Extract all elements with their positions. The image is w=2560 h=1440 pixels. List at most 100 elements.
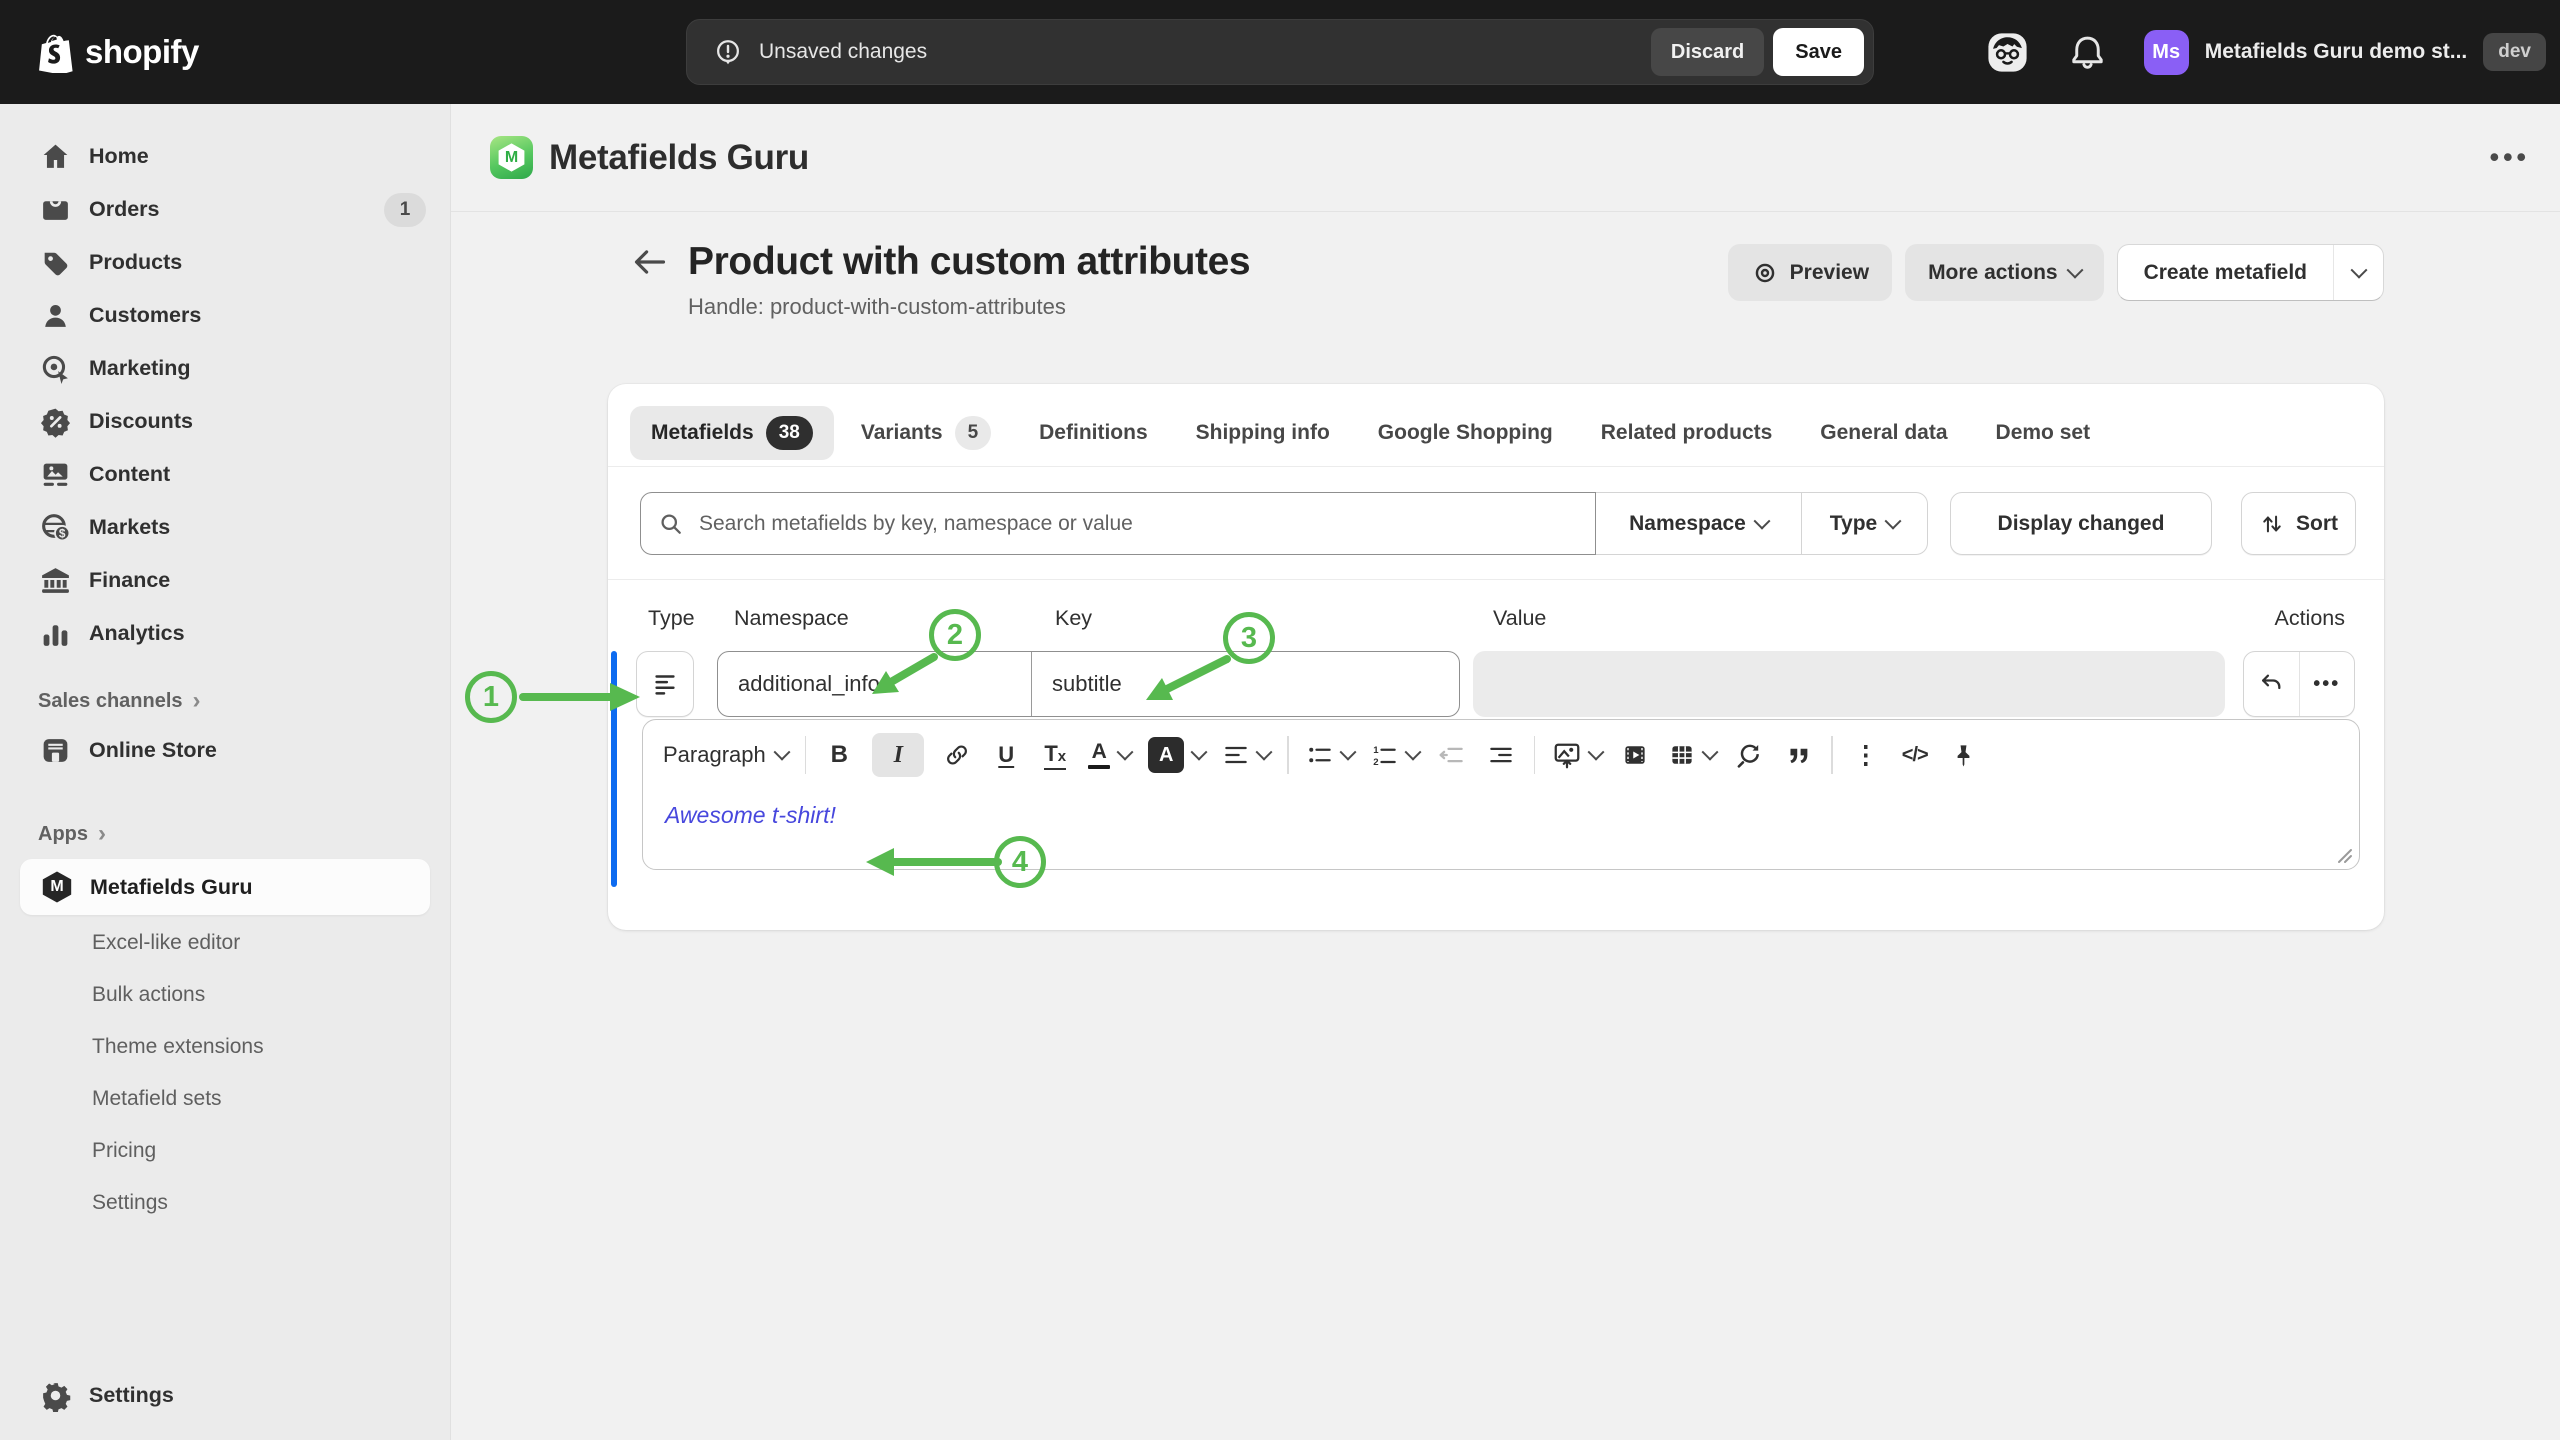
preview-eye-icon bbox=[1751, 259, 1779, 287]
rich-text-type-icon bbox=[650, 669, 680, 699]
preview-button[interactable]: Preview bbox=[1727, 244, 1893, 301]
insert-image-button[interactable] bbox=[1552, 733, 1605, 777]
toolbar-more-button[interactable]: ⋮ bbox=[1850, 733, 1882, 777]
resize-handle[interactable] bbox=[2335, 846, 2353, 864]
italic-button[interactable]: I bbox=[872, 733, 925, 777]
sidebar-item-theme-extensions[interactable]: Theme extensions bbox=[0, 1021, 450, 1073]
tab-variants[interactable]: Variants 5 bbox=[840, 406, 1012, 460]
link-button[interactable] bbox=[941, 733, 973, 777]
chevron-down-icon bbox=[1701, 743, 1719, 761]
notifications-bell-icon[interactable] bbox=[2067, 32, 2108, 73]
underline-button[interactable]: U bbox=[990, 733, 1022, 777]
apps-header[interactable]: Apps › bbox=[0, 811, 450, 857]
clear-formatting-button[interactable]: Tx bbox=[1039, 733, 1071, 777]
sidebar-item-settings[interactable]: Settings bbox=[0, 1369, 450, 1422]
display-changed-button[interactable]: Display changed bbox=[1950, 492, 2212, 555]
tab-definitions[interactable]: Definitions bbox=[1018, 406, 1169, 460]
more-actions-button[interactable]: More actions bbox=[1905, 244, 2104, 301]
sidebar-item-products[interactable]: Products bbox=[0, 236, 450, 289]
metafields-guru-app-icon: M bbox=[40, 871, 74, 904]
shopify-logo[interactable]: shopify bbox=[38, 0, 199, 104]
sidebar-item-metafields-guru[interactable]: M Metafields Guru bbox=[20, 859, 430, 915]
shopify-wordmark: shopify bbox=[85, 33, 199, 70]
app-menu-ellipsis-icon[interactable] bbox=[2490, 142, 2530, 173]
tab-demo-set[interactable]: Demo set bbox=[1975, 406, 2112, 460]
orders-count-badge: 1 bbox=[384, 192, 426, 227]
sidebar-item-bulk-actions[interactable]: Bulk actions bbox=[0, 969, 450, 1021]
store-name[interactable]: Metafields Guru demo st... bbox=[2205, 40, 2468, 64]
unsaved-changes-bar: Unsaved changes Discard Save bbox=[686, 19, 1874, 85]
sidebar-item-metafield-sets[interactable]: Metafield sets bbox=[0, 1073, 450, 1125]
tab-shipping-info[interactable]: Shipping info bbox=[1175, 406, 1351, 460]
sidebar-item-customers[interactable]: Customers bbox=[0, 289, 450, 342]
search-input[interactable] bbox=[697, 510, 1579, 537]
tab-google-shopping[interactable]: Google Shopping bbox=[1357, 406, 1574, 460]
code-view-button[interactable]: </> bbox=[1899, 733, 1931, 777]
bold-button[interactable]: B bbox=[823, 733, 855, 777]
sidekick-icon[interactable] bbox=[1984, 29, 2031, 76]
outdent-button[interactable] bbox=[1436, 733, 1468, 777]
alert-icon bbox=[713, 37, 743, 67]
insert-video-button[interactable] bbox=[1619, 733, 1651, 777]
sidebar-item-markets[interactable]: $ Markets bbox=[0, 501, 450, 554]
topbar-right: Ms Metafields Guru demo st... dev bbox=[1984, 0, 2546, 104]
tab-related-products[interactable]: Related products bbox=[1580, 406, 1794, 460]
blockquote-button[interactable] bbox=[1782, 733, 1814, 777]
undo-button[interactable] bbox=[2244, 652, 2299, 716]
app-title: Metafields Guru bbox=[549, 137, 809, 177]
globe-dollar-icon: $ bbox=[38, 511, 72, 544]
sidebar-item-finance[interactable]: Finance bbox=[0, 554, 450, 607]
sidebar-item-marketing[interactable]: Marketing bbox=[0, 342, 450, 395]
numbered-list-button[interactable]: 1 2 bbox=[1371, 733, 1422, 777]
ellipsis-icon bbox=[2313, 673, 2340, 696]
page-title: Product with custom attributes bbox=[688, 240, 1251, 283]
sidebar-item-orders[interactable]: Orders 1 bbox=[0, 183, 450, 236]
annotation-circle-4: 4 bbox=[994, 836, 1046, 888]
env-badge: dev bbox=[2483, 33, 2546, 71]
toolbar-separator bbox=[804, 736, 807, 774]
tab-metafields[interactable]: Metafields 38 bbox=[630, 406, 834, 460]
sidebar-item-analytics[interactable]: Analytics bbox=[0, 607, 450, 660]
unsaved-changes-text: Unsaved changes bbox=[759, 40, 928, 63]
type-filter-button[interactable]: Type bbox=[1802, 492, 1928, 555]
chevron-down-icon bbox=[1255, 743, 1273, 761]
svg-text:2: 2 bbox=[1373, 757, 1378, 768]
pin-icon[interactable] bbox=[1948, 733, 1980, 777]
create-metafield-caret[interactable] bbox=[2333, 245, 2383, 300]
bullet-list-button[interactable] bbox=[1306, 733, 1357, 777]
shopify-bag-icon bbox=[38, 32, 74, 73]
sidebar-item-pricing[interactable]: Pricing bbox=[0, 1125, 450, 1177]
discard-button[interactable]: Discard bbox=[1650, 28, 1765, 76]
namespace-input[interactable] bbox=[718, 652, 1031, 716]
save-button[interactable]: Save bbox=[1773, 28, 1864, 76]
indent-button[interactable] bbox=[1485, 733, 1517, 777]
search-field bbox=[640, 492, 1596, 555]
sidebar-item-content[interactable]: Content bbox=[0, 448, 450, 501]
metafield-type-button[interactable] bbox=[636, 651, 694, 717]
namespace-filter-button[interactable]: Namespace bbox=[1596, 492, 1802, 555]
sidebar-item-discounts[interactable]: Discounts bbox=[0, 395, 450, 448]
sidebar-item-online-store[interactable]: Online Store bbox=[0, 724, 450, 777]
create-metafield-button[interactable]: Create metafield bbox=[2118, 245, 2333, 300]
person-icon bbox=[38, 299, 72, 332]
highlight-color-button[interactable]: A bbox=[1148, 733, 1208, 777]
column-header-value: Value bbox=[1493, 606, 1547, 630]
insert-table-button[interactable] bbox=[1668, 733, 1719, 777]
sidebar-item-home[interactable]: Home bbox=[0, 130, 450, 183]
row-more-button[interactable] bbox=[2298, 652, 2355, 716]
sort-button[interactable]: Sort bbox=[2241, 492, 2356, 555]
editor-content[interactable]: Awesome t-shirt! bbox=[643, 786, 2359, 845]
sidebar-item-excel-like-editor[interactable]: Excel-like editor bbox=[0, 917, 450, 969]
sales-channels-header[interactable]: Sales channels › bbox=[0, 678, 450, 724]
block-format-dropdown[interactable]: Paragraph bbox=[663, 742, 791, 768]
rich-text-editor: Paragraph B I U Tx A A 1 2 ⋮ </> Awesome… bbox=[642, 719, 2360, 870]
find-replace-icon[interactable] bbox=[1733, 733, 1765, 777]
chevron-down-icon bbox=[1190, 743, 1208, 761]
store-avatar[interactable]: Ms bbox=[2143, 29, 2189, 75]
sidebar-item-app-settings[interactable]: Settings bbox=[0, 1177, 450, 1229]
align-button[interactable] bbox=[1222, 733, 1273, 777]
back-arrow-icon[interactable] bbox=[632, 246, 668, 278]
text-color-button[interactable]: A bbox=[1088, 733, 1134, 777]
tab-general-data[interactable]: General data bbox=[1799, 406, 1968, 460]
changed-row-indicator bbox=[611, 651, 617, 887]
